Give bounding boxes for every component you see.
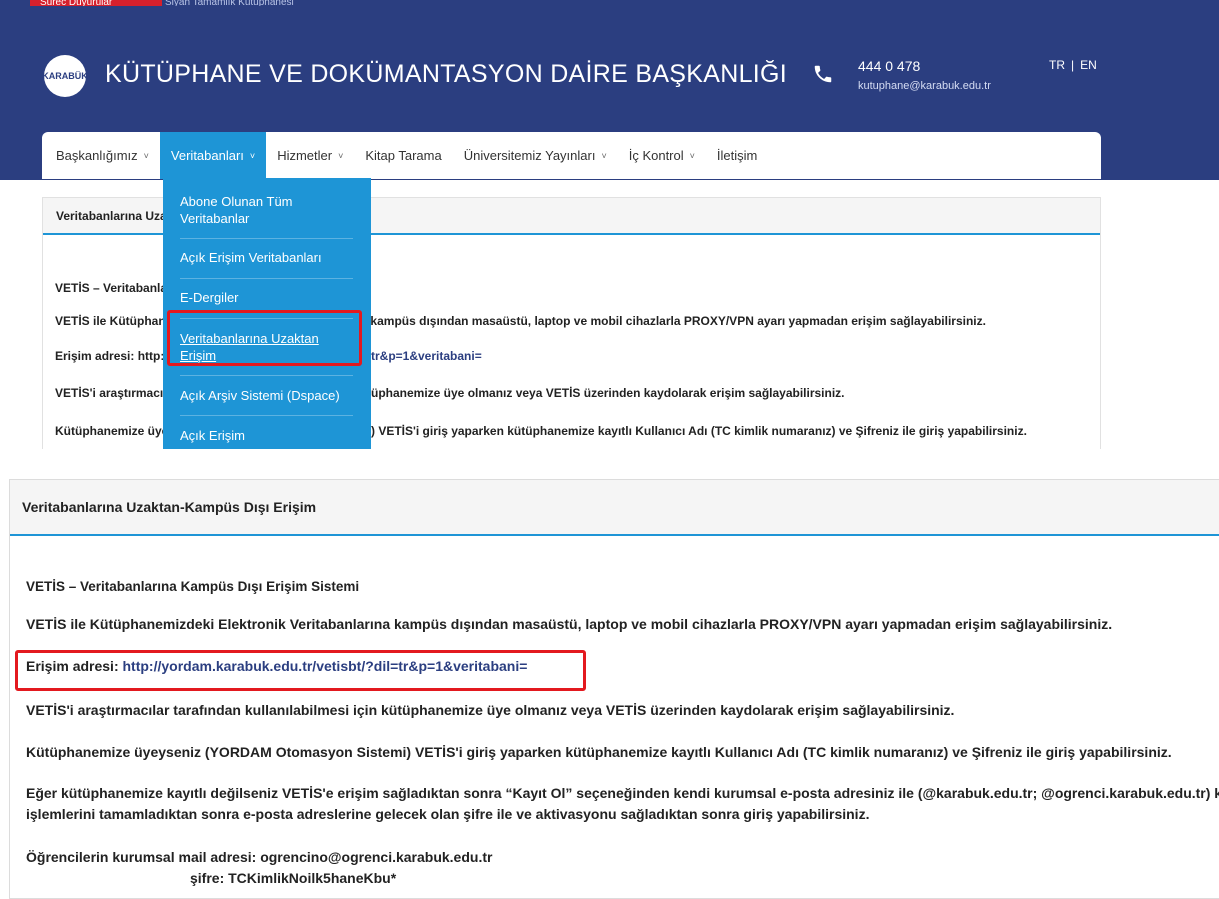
bottom-screenshot: Veritabanlarına Uzaktan-Kampüs Dışı Eriş…: [9, 479, 1219, 899]
password-label: şifre:: [190, 870, 229, 886]
system-title: VETİS – Veritabanlarına Kampüs Dışı Eriş…: [26, 579, 360, 594]
main-navbar: Başkanlığımız ˅ Veritabanları ˅ Hizmetle…: [42, 132, 1101, 179]
member-line-right: ) VETİS'i giriş yaparken kütüphanemize k…: [371, 424, 1027, 438]
member-line-left: Kütüphanemize üye: [55, 424, 169, 438]
password-line: şifre: TCKimlikNoilk5haneKbu*: [190, 870, 396, 886]
nav-item-ic-kontrol[interactable]: İç Kontrol ˅: [618, 132, 706, 179]
annotation-highlight-box: [167, 310, 362, 366]
site-title[interactable]: KÜTÜPHANE VE DOKÜMANTASYON DAİRE BAŞKANL…: [105, 60, 787, 89]
research-text: VETİS'i araştırmacılar tarafından kullan…: [26, 702, 955, 718]
nav-item-iletisim[interactable]: İletişim: [706, 132, 768, 179]
nav-item-baskanligimiz[interactable]: Başkanlığımız ˅: [42, 132, 160, 179]
phone-icon: [814, 65, 832, 83]
dropdown-item-acik-erisim[interactable]: Açık Erişim: [180, 416, 353, 449]
top-screenshot: Sürec Duyurular Siyah Tamamlık Kütüphane…: [0, 0, 1219, 449]
chevron-down-icon: ˅: [601, 150, 607, 161]
password-value: TCKimlikNoilk5haneKbu*: [228, 870, 397, 886]
chevron-down-icon: ˅: [249, 150, 256, 161]
nav-label: Hizmetler: [277, 148, 333, 163]
dropdown-item-acik-erisim-veritabanlari[interactable]: Açık Erişim Veritabanları: [180, 239, 353, 279]
university-logo[interactable]: KARABÜK: [42, 55, 88, 97]
nav-item-hizmetler[interactable]: Hizmetler ˅: [266, 132, 354, 179]
contact-email[interactable]: kutuphane@karabuk.edu.tr: [858, 80, 991, 92]
member-text: Kütüphanemize üyeyseniz (YORDAM Otomasyo…: [26, 744, 1172, 760]
chevron-down-icon: ˅: [143, 150, 149, 161]
address-line-right: tr&p=1&veritabani=: [371, 349, 482, 363]
register-text-line-1: Eğer kütüphanemize kayıtlı değilseniz VE…: [26, 785, 1219, 801]
lang-separator: |: [1071, 58, 1075, 72]
language-switch: TR | EN: [1046, 58, 1100, 72]
logo-text: KARABÜK: [42, 71, 88, 81]
nav-label: İletişim: [716, 148, 758, 163]
top-strip-text[interactable]: Siyah Tamamlık Kütüphanesi: [165, 0, 294, 6]
phone-number[interactable]: 444 0 478: [858, 58, 920, 74]
research-line-right: üphanemize üye olmanız veya VETİS üzerin…: [371, 386, 845, 400]
box-title: Veritabanlarına Uzaktan-Kampüs Dışı Eriş…: [10, 480, 1219, 536]
chevron-down-icon: ˅: [689, 150, 695, 161]
address-label: Erişim adresi: http://: [55, 349, 172, 363]
dropdown-item-abone-veritabanlar[interactable]: Abone Olunan Tüm Veritabanlar: [180, 178, 353, 239]
nav-item-universitemiz-yayinlari[interactable]: Üniversitemiz Yayınları ˅: [453, 132, 618, 179]
nav-label: İç Kontrol: [628, 148, 684, 163]
address-line-left: Erişim adresi: http://: [55, 349, 171, 363]
nav-item-veritabanlari[interactable]: Veritabanları ˅: [159, 132, 267, 179]
nav-label: Kitap Tarama: [365, 148, 442, 163]
nav-label: Veritabanları: [170, 148, 244, 163]
chevron-down-icon: ˅: [338, 150, 344, 161]
nav-label: Başkanlığımız: [56, 148, 138, 163]
top-strip-announcements[interactable]: Sürec Duyurular: [30, 0, 162, 6]
lang-tr-link[interactable]: TR: [1049, 58, 1065, 72]
nav-item-kitap-tarama[interactable]: Kitap Tarama: [354, 132, 452, 179]
address-link-partial[interactable]: tr&p=1&veritabani=: [371, 349, 482, 363]
annotation-highlight-box: [15, 650, 586, 691]
lang-en-link[interactable]: EN: [1080, 58, 1097, 72]
vetis-intro: VETİS ile Kütüphanemizdeki Elektronik Ve…: [26, 616, 1113, 632]
research-line-left: VETİS'i araştırmacıl: [55, 386, 167, 400]
register-text-line-2: işlemlerini tamamladıktan sonra e-posta …: [26, 806, 870, 822]
dropdown-item-acik-arsiv[interactable]: Açık Arşiv Sistemi (Dspace): [180, 376, 353, 416]
nav-label: Üniversitemiz Yayınları: [463, 148, 596, 163]
student-mail-text: Öğrencilerin kurumsal mail adresi: ogren…: [26, 849, 493, 865]
